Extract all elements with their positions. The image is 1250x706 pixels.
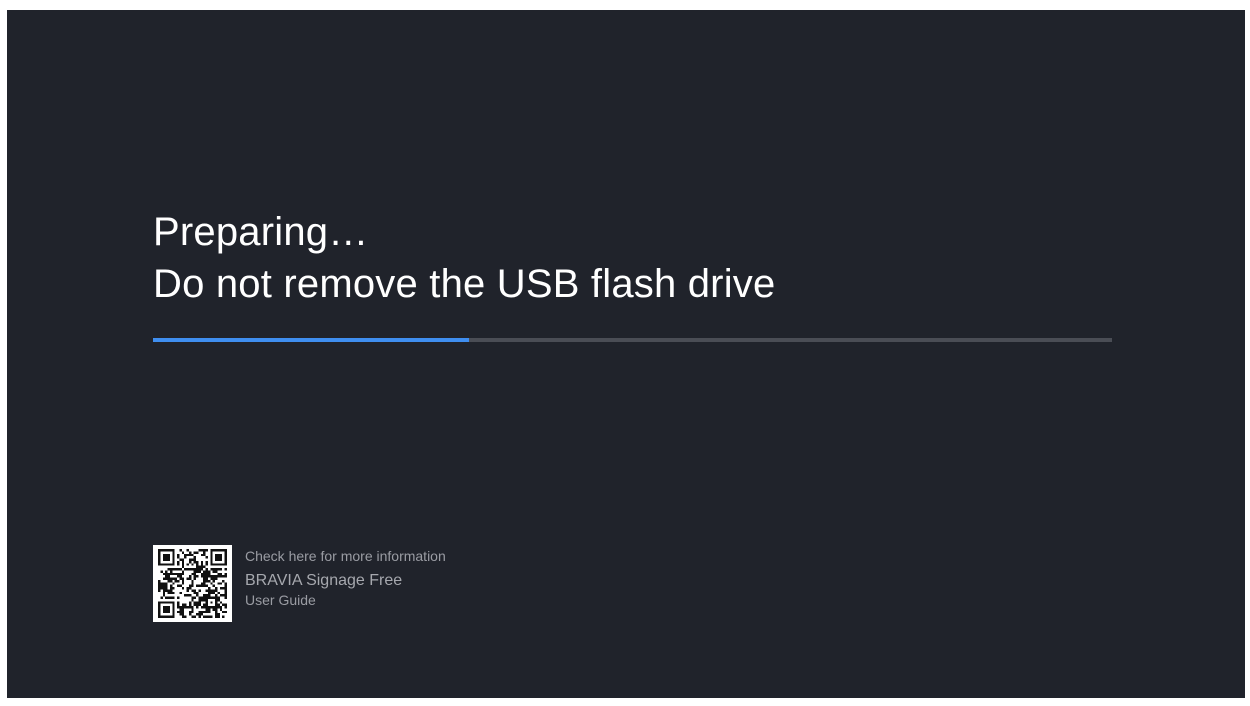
- info-caption: Check here for more information: [245, 548, 446, 564]
- status-message: Preparing… Do not remove the USB flash d…: [153, 206, 775, 310]
- progress-bar: [153, 338, 1112, 342]
- info-text: Check here for more information BRAVIA S…: [245, 548, 446, 609]
- progress-bar-fill: [153, 338, 470, 342]
- qr-code-icon: [153, 545, 232, 622]
- status-warning: Do not remove the USB flash drive: [153, 262, 776, 306]
- preparing-screen: Preparing… Do not remove the USB flash d…: [7, 10, 1245, 698]
- status-title: Preparing…: [153, 210, 369, 254]
- user-guide-info: Check here for more information BRAVIA S…: [153, 545, 553, 625]
- document-name: User Guide: [245, 592, 316, 608]
- product-name: BRAVIA Signage Free: [245, 572, 403, 589]
